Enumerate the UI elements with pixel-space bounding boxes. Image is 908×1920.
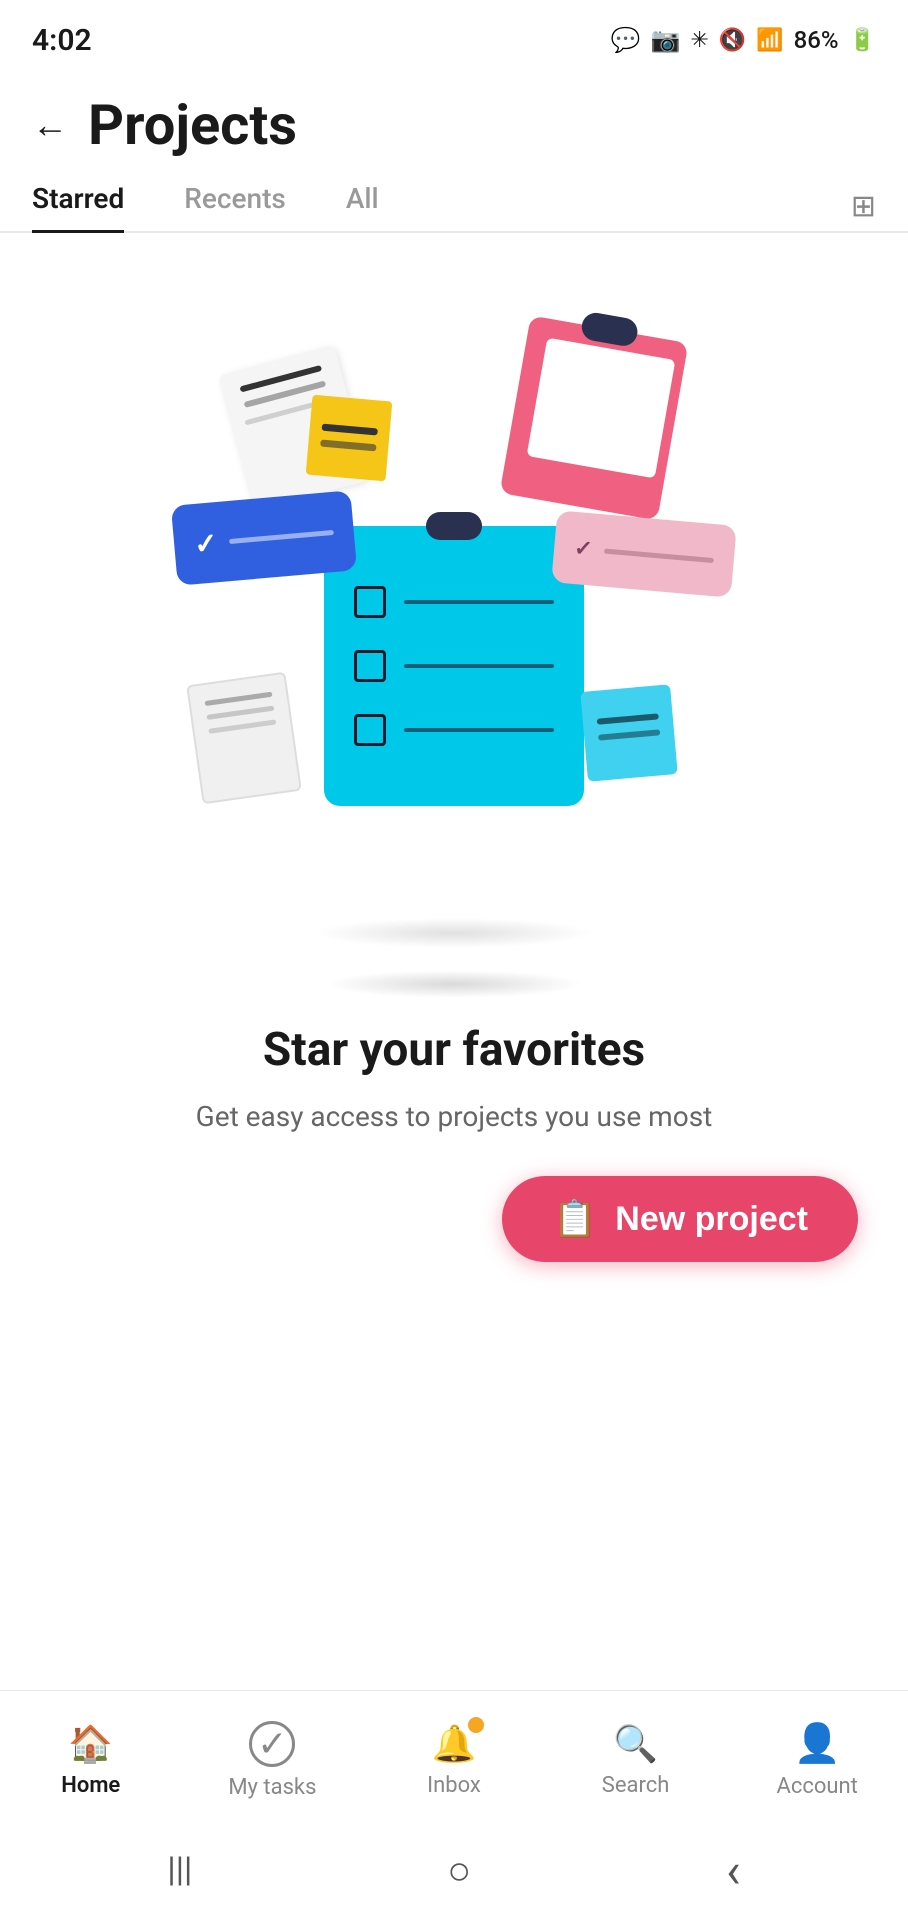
mute-icon: 🔇 <box>719 28 746 53</box>
new-project-label: New project <box>615 1200 808 1239</box>
status-bar: 4:02 💬 📷 ✳ 🔇 📶 86% 🔋 <box>0 0 908 72</box>
mytasks-icon: ✓ <box>249 1721 295 1767</box>
system-back-button[interactable]: ‹ <box>726 1842 740 1899</box>
checkbox-1 <box>354 586 386 618</box>
inbox-wrapper: 🔔 <box>432 1723 477 1765</box>
nav-account-label: Account <box>776 1774 857 1799</box>
shadow-ellipse <box>314 918 594 948</box>
note-cyan <box>580 684 678 782</box>
system-home-button[interactable]: ○ <box>447 1847 471 1894</box>
empty-state-subtitle: Get easy access to projects you use most <box>196 1097 713 1136</box>
new-project-btn-container: 📋 New project <box>0 1136 908 1262</box>
home-icon: 🏠 <box>68 1723 113 1765</box>
checkbox-line-1 <box>404 600 554 604</box>
system-menu-button[interactable]: ||| <box>167 1850 192 1890</box>
battery-icon: 🔋 <box>849 28 876 53</box>
nav-account[interactable]: 👤 Account <box>726 1722 908 1799</box>
status-icons: 💬 📷 ✳ 🔇 📶 86% 🔋 <box>611 26 876 54</box>
checkbox-line-2 <box>404 664 554 668</box>
checkbox-3 <box>354 714 386 746</box>
back-button[interactable]: ← <box>32 104 68 146</box>
tab-starred[interactable]: Starred <box>32 182 124 231</box>
status-time: 4:02 <box>32 23 92 58</box>
battery-indicator: 86% <box>794 26 839 54</box>
checklist-item-1 <box>354 586 554 618</box>
central-clipboard <box>324 526 584 806</box>
empty-state-title: Star your favorites <box>263 1023 645 1077</box>
illustration: ✓ ✓ <box>154 298 754 978</box>
document-bottomleft <box>186 672 302 805</box>
tabs-container: Starred Recents All ⊞ <box>0 182 908 233</box>
checkbox-2 <box>354 650 386 682</box>
new-project-button[interactable]: 📋 New project <box>502 1176 858 1262</box>
blue-line <box>229 529 334 543</box>
grid-view-icon[interactable]: ⊞ <box>851 189 876 224</box>
sticky-note-yellow <box>306 395 393 482</box>
nav-inbox[interactable]: 🔔 Inbox <box>363 1723 545 1798</box>
nav-mytasks[interactable]: ✓ My tasks <box>182 1721 364 1800</box>
pink-line <box>604 548 714 563</box>
empty-state-text: Star your favorites Get easy access to p… <box>0 1023 908 1136</box>
header: ← Projects <box>0 72 908 182</box>
clipboard-clip <box>580 311 640 348</box>
bottom-nav: 🏠 Home ✓ My tasks 🔔 Inbox 🔍 Search 👤 Acc… <box>0 1690 908 1820</box>
nav-search[interactable]: 🔍 Search <box>545 1723 727 1798</box>
nav-mytasks-label: My tasks <box>228 1775 316 1800</box>
account-icon: 👤 <box>794 1722 841 1766</box>
checkmark-pink-icon: ✓ <box>573 535 594 562</box>
search-icon: 🔍 <box>613 1723 658 1765</box>
clipboard-pink-paper <box>527 338 676 479</box>
central-clip <box>426 512 482 540</box>
tabs: Starred Recents All <box>32 182 851 231</box>
tab-recents[interactable]: Recents <box>184 182 286 231</box>
nav-inbox-label: Inbox <box>427 1773 481 1798</box>
illustration-container: ✓ ✓ <box>0 233 908 1013</box>
card-blue: ✓ <box>171 490 357 585</box>
system-nav: ||| ○ ‹ <box>0 1820 908 1920</box>
checklist-item-2 <box>354 650 554 682</box>
checkmark-icon: ✓ <box>193 526 219 561</box>
checkbox-line-3 <box>404 728 554 732</box>
new-project-icon: 📋 <box>552 1198 597 1240</box>
wifi-icon: 📶 <box>756 28 783 53</box>
page-title: Projects <box>88 92 297 158</box>
bluetooth-icon: ✳ <box>690 28 708 53</box>
checklist-item-3 <box>354 714 554 746</box>
nav-home-label: Home <box>61 1773 120 1798</box>
nav-search-label: Search <box>602 1773 670 1798</box>
video-icon: 📷 <box>651 26 681 54</box>
inbox-badge <box>468 1717 484 1733</box>
nav-home[interactable]: 🏠 Home <box>0 1723 182 1798</box>
messenger-icon: 💬 <box>611 26 641 54</box>
tab-all[interactable]: All <box>346 182 379 231</box>
